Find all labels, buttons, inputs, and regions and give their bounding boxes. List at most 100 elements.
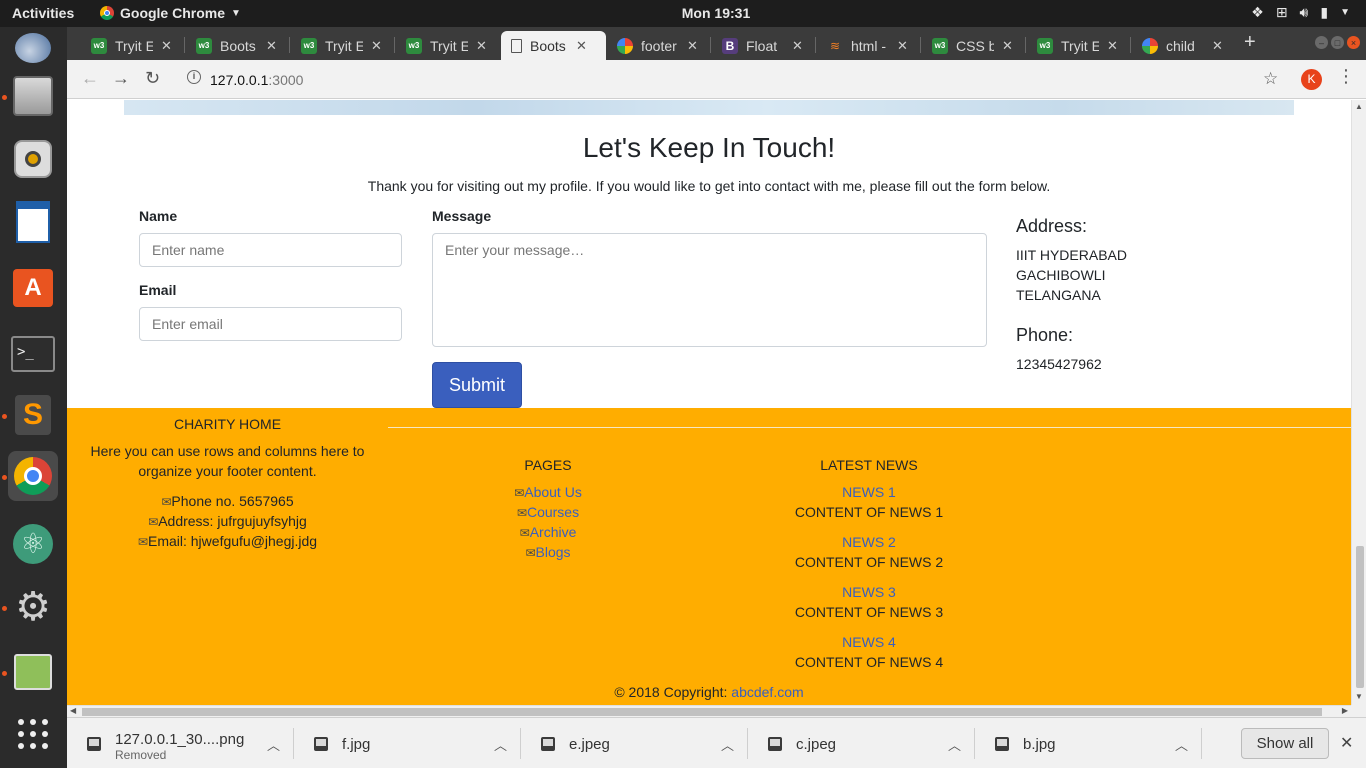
atom-icon[interactable]: ⚛ <box>8 519 58 569</box>
download-item[interactable]: 127.0.0.1_30....png Removed ︿ <box>67 718 294 768</box>
tab[interactable]: w3 Tryit E ✕ <box>396 31 496 60</box>
system-tray[interactable]: ❖ ⊞ 🔊︎ ▮ ▼ <box>1251 4 1350 21</box>
copyright-link[interactable]: abcdef.com <box>731 684 803 700</box>
tab[interactable]: Boots ✕ <box>501 31 606 60</box>
chrome-dock-icon[interactable] <box>8 451 58 501</box>
profile-avatar[interactable]: K <box>1301 69 1322 90</box>
show-applications-icon[interactable] <box>8 709 58 759</box>
tab-close-icon[interactable]: ✕ <box>1002 38 1013 54</box>
volume-icon[interactable]: 🔊︎ <box>1300 4 1309 21</box>
download-separator <box>1201 728 1202 759</box>
tab-close-icon[interactable]: ✕ <box>371 38 382 54</box>
w3schools-icon: w3 <box>932 37 948 54</box>
image-viewer-icon[interactable] <box>8 647 58 697</box>
files-icon[interactable] <box>8 71 58 121</box>
tab[interactable]: ≋ html - ✕ <box>817 31 917 60</box>
tab[interactable]: footer ✕ <box>607 31 707 60</box>
chrome-menu-icon[interactable]: ⋮ <box>1337 66 1355 87</box>
system-top-bar: Activities Google Chrome ▼ Mon 19:31 ❖ ⊞… <box>0 0 1366 27</box>
tab-close-icon[interactable]: ✕ <box>792 38 803 54</box>
page-viewport: Let's Keep In Touch! Thank you for visit… <box>67 100 1351 705</box>
browser-toolbar: ← → ↻ i 127.0.0.1:3000 ☆ K ⋮ <box>67 60 1366 99</box>
close-icon[interactable]: ✕ <box>1340 733 1353 753</box>
battery-icon[interactable]: ▮ <box>1320 4 1328 21</box>
new-tab-button[interactable]: + <box>1244 31 1256 54</box>
power-menu-icon[interactable]: ▼ <box>1340 4 1350 21</box>
system-settings-icon[interactable]: ⚙ <box>8 582 58 632</box>
tab-close-icon[interactable]: ✕ <box>897 38 908 54</box>
chevron-up-icon[interactable]: ︿ <box>267 735 280 754</box>
news-title-link[interactable]: NEWS 4 <box>789 634 949 650</box>
minimize-icon[interactable]: – <box>1315 36 1328 49</box>
tab[interactable]: B Float ✕ <box>712 31 812 60</box>
chevron-up-icon[interactable]: ︿ <box>948 735 961 754</box>
news-title-link[interactable]: NEWS 3 <box>789 584 949 600</box>
site-info-icon[interactable]: i <box>187 70 201 84</box>
vertical-scrollbar[interactable]: ▲ ▼ <box>1351 100 1366 705</box>
scroll-down-icon[interactable]: ▼ <box>1355 692 1363 701</box>
message-textarea[interactable]: Enter your message… <box>432 233 987 347</box>
sublime-text-icon[interactable]: S <box>8 390 58 440</box>
download-item[interactable]: c.jpeg ︿ <box>748 718 975 768</box>
tab-separator <box>1130 37 1131 53</box>
news-content: CONTENT OF NEWS 4 <box>794 654 944 670</box>
tab[interactable]: w3 CSS b ✕ <box>922 31 1022 60</box>
tab[interactable]: child ✕ <box>1132 31 1232 60</box>
submit-button[interactable]: Submit <box>432 362 522 408</box>
address-bar[interactable]: i 127.0.0.1:3000 <box>175 65 1295 94</box>
hscrollbar-thumb[interactable] <box>82 708 1322 716</box>
horizontal-scrollbar[interactable]: ◀ ▶ <box>67 705 1351 717</box>
back-icon[interactable]: ← <box>81 68 99 89</box>
news-title-link[interactable]: NEWS 1 <box>789 484 949 500</box>
tab[interactable]: w3 Tryit E ✕ <box>81 31 181 60</box>
tab-close-icon[interactable]: ✕ <box>1107 38 1118 54</box>
running-indicator <box>2 414 7 419</box>
chevron-up-icon[interactable]: ︿ <box>1175 735 1188 754</box>
chevron-up-icon[interactable]: ︿ <box>721 735 734 754</box>
tab[interactable]: w3 Tryit E ✕ <box>1027 31 1127 60</box>
footer-link-blogs[interactable]: ✉Blogs <box>468 544 628 560</box>
clock[interactable]: Mon 19:31 <box>0 5 1366 21</box>
tab-close-icon[interactable]: ✕ <box>476 38 487 54</box>
terminal-icon[interactable]: >_ <box>8 329 58 379</box>
name-input[interactable]: Enter name <box>139 233 402 267</box>
dropbox-icon[interactable]: ❖ <box>1251 4 1264 21</box>
footer-link-courses[interactable]: ✉Courses <box>468 504 628 520</box>
news-title-link[interactable]: NEWS 2 <box>789 534 949 550</box>
download-item[interactable]: f.jpg ︿ <box>294 718 521 768</box>
tab-separator <box>710 37 711 53</box>
tab-close-icon[interactable]: ✕ <box>266 38 277 54</box>
show-all-button[interactable]: Show all <box>1241 728 1329 759</box>
download-item[interactable]: b.jpg ︿ <box>975 718 1202 768</box>
bookmark-star-icon[interactable]: ☆ <box>1263 69 1278 89</box>
url-text[interactable]: 127.0.0.1:3000 <box>210 72 303 88</box>
software-center-icon[interactable]: A <box>8 263 58 313</box>
footer-link-archive[interactable]: ✉Archive <box>468 524 628 540</box>
scroll-left-icon[interactable]: ◀ <box>70 706 76 715</box>
maximize-icon[interactable]: □ <box>1331 36 1344 49</box>
reload-icon[interactable]: ↻ <box>145 68 160 89</box>
thunderbird-icon[interactable] <box>8 23 58 73</box>
scrollbar-thumb[interactable] <box>1356 546 1364 688</box>
footer-link-about[interactable]: ✉About Us <box>468 484 628 500</box>
scroll-up-icon[interactable]: ▲ <box>1355 102 1363 111</box>
scroll-right-icon[interactable]: ▶ <box>1342 706 1348 715</box>
tab[interactable]: w3 Tryit E ✕ <box>291 31 391 60</box>
close-window-icon[interactable]: × <box>1347 36 1360 49</box>
footer-divider <box>388 427 1351 428</box>
chevron-up-icon[interactable]: ︿ <box>494 735 507 754</box>
download-filename: 127.0.0.1_30....png <box>115 731 245 748</box>
tab-close-icon[interactable]: ✕ <box>1212 38 1223 54</box>
network-icon[interactable]: ⊞ <box>1276 4 1288 21</box>
tab-strip: w3 Tryit E ✕ w3 Boots ✕ w3 Tryit E ✕ w3 Tryit E ✕ Bo… <box>67 27 1366 60</box>
tab-separator <box>394 37 395 53</box>
tab-close-icon[interactable]: ✕ <box>161 38 172 54</box>
tab-close-icon[interactable]: ✕ <box>576 38 587 54</box>
rhythmbox-icon[interactable] <box>8 134 58 184</box>
tab-close-icon[interactable]: ✕ <box>687 38 698 54</box>
tab[interactable]: w3 Boots ✕ <box>186 31 286 60</box>
email-input[interactable]: Enter email <box>139 307 402 341</box>
writer-icon[interactable] <box>8 197 58 247</box>
forward-icon[interactable]: → <box>112 68 130 89</box>
download-item[interactable]: e.jpeg ︿ <box>521 718 748 768</box>
